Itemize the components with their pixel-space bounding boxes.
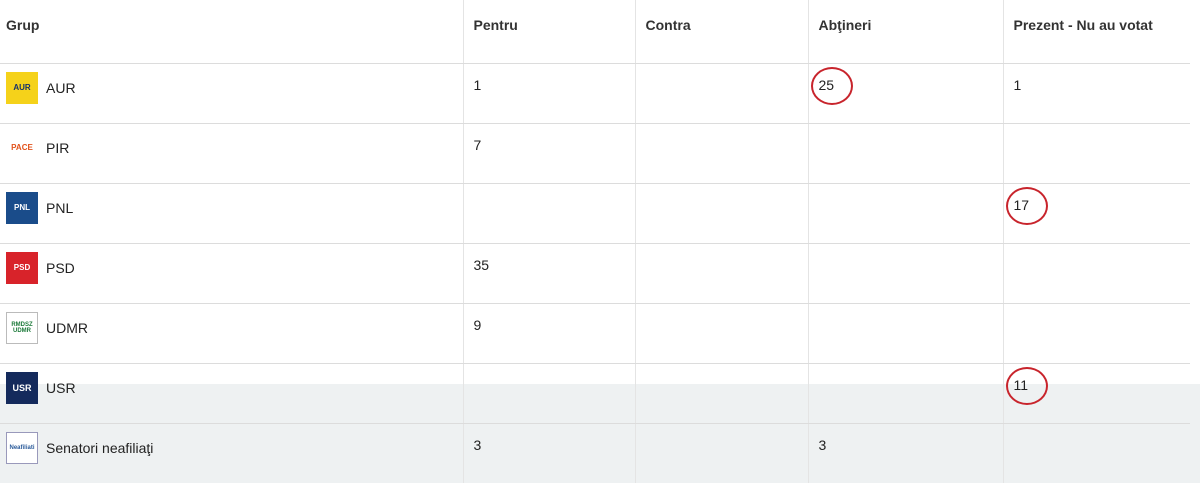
cell-abtineri: [808, 124, 1003, 184]
cell-prezent: 17: [1003, 184, 1190, 244]
group-name: PNL: [46, 200, 73, 216]
cell-contra: [635, 304, 808, 364]
group-cell: PACE PIR: [0, 124, 463, 184]
annotation-circle: [811, 67, 853, 105]
cell-contra: [635, 364, 808, 424]
cell-pentru: [463, 364, 635, 424]
vote-results-panel: Grup Pentru Contra Abţineri Prezent - Nu…: [0, 0, 1200, 384]
cell-abtineri: 25: [808, 64, 1003, 124]
cell-abtineri: [808, 304, 1003, 364]
udmr-logo-icon: RMDSZ UDMR: [6, 312, 38, 344]
cell-abtineri: [808, 184, 1003, 244]
cell-pentru: 3: [463, 424, 635, 483]
group-name: Senatori neafiliaţi: [46, 440, 153, 456]
neafiliati-logo-icon: Neafiliati: [6, 432, 38, 464]
value-prezent: 11: [1014, 377, 1029, 393]
cell-pentru: 7: [463, 124, 635, 184]
cell-prezent: 1: [1003, 64, 1190, 124]
group-name: PSD: [46, 260, 75, 276]
table-row: AUR AUR 1 25 1: [0, 64, 1190, 124]
vote-results-table: Grup Pentru Contra Abţineri Prezent - Nu…: [0, 0, 1190, 483]
table-row: USR USR 11: [0, 364, 1190, 424]
cell-contra: [635, 64, 808, 124]
cell-prezent: [1003, 304, 1190, 364]
cell-abtineri: [808, 244, 1003, 304]
group-cell: Neafiliati Senatori neafiliaţi: [0, 424, 463, 483]
cell-pentru: 1: [463, 64, 635, 124]
table-row: PNL PNL 17: [0, 184, 1190, 244]
group-cell: PSD PSD: [0, 244, 463, 304]
group-cell: USR USR: [0, 364, 463, 424]
group-cell: PNL PNL: [0, 184, 463, 244]
annotation-circle: [1006, 187, 1048, 225]
group-name: USR: [46, 380, 76, 396]
cell-prezent: [1003, 124, 1190, 184]
header-abtineri[interactable]: Abţineri: [808, 0, 1003, 64]
cell-contra: [635, 424, 808, 483]
header-contra[interactable]: Contra: [635, 0, 808, 64]
cell-pentru: [463, 184, 635, 244]
group-cell: AUR AUR: [0, 64, 463, 124]
table-header-row: Grup Pentru Contra Abţineri Prezent - Nu…: [0, 0, 1190, 64]
cell-contra: [635, 124, 808, 184]
value-prezent: 1: [1014, 77, 1022, 93]
table-row: Neafiliati Senatori neafiliaţi 3 3: [0, 424, 1190, 483]
cell-pentru: 9: [463, 304, 635, 364]
cell-prezent: [1003, 244, 1190, 304]
cell-pentru: 35: [463, 244, 635, 304]
value-abtineri: 25: [819, 77, 835, 93]
aur-logo-icon: AUR: [6, 72, 38, 104]
usr-logo-icon: USR: [6, 372, 38, 404]
header-pentru[interactable]: Pentru: [463, 0, 635, 64]
table-row: RMDSZ UDMR UDMR 9: [0, 304, 1190, 364]
value-prezent: 17: [1014, 197, 1030, 213]
group-name: AUR: [46, 80, 76, 96]
value-pentru: 7: [474, 137, 482, 153]
cell-abtineri: [808, 364, 1003, 424]
psd-logo-icon: PSD: [6, 252, 38, 284]
header-grup[interactable]: Grup: [0, 0, 463, 64]
group-cell: RMDSZ UDMR UDMR: [0, 304, 463, 364]
value-pentru: 35: [474, 257, 490, 273]
annotation-circle: [1006, 367, 1048, 405]
pnl-logo-icon: PNL: [6, 192, 38, 224]
cell-abtineri: 3: [808, 424, 1003, 483]
group-name: PIR: [46, 140, 69, 156]
table-row: PSD PSD 35: [0, 244, 1190, 304]
header-prezent[interactable]: Prezent - Nu au votat: [1003, 0, 1190, 64]
value-pentru: 1: [474, 77, 482, 93]
value-pentru: 3: [474, 437, 482, 453]
value-abtineri: 3: [819, 437, 827, 453]
pace-logo-icon: PACE: [6, 132, 38, 164]
cell-prezent: 11: [1003, 364, 1190, 424]
group-name: UDMR: [46, 320, 88, 336]
cell-contra: [635, 184, 808, 244]
cell-contra: [635, 244, 808, 304]
cell-prezent: [1003, 424, 1190, 483]
value-pentru: 9: [474, 317, 482, 333]
table-row: PACE PIR 7: [0, 124, 1190, 184]
